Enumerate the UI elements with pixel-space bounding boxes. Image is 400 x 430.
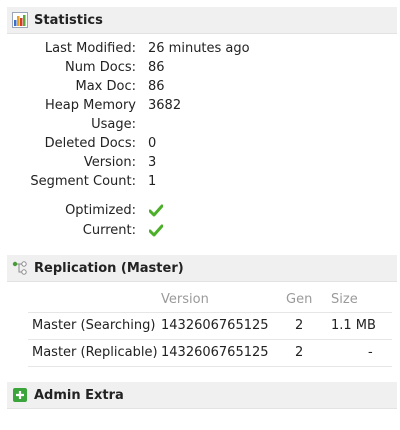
- stat-label: Current:: [82, 223, 136, 238]
- row-version: 1432606765125: [161, 318, 269, 333]
- stat-row-usage: Usage:: [0, 117, 400, 136]
- stat-row-deleted-docs: Deleted Docs: 0: [0, 136, 400, 155]
- stat-label: Last Modified:: [44, 41, 136, 56]
- stat-label: Num Docs:: [64, 60, 136, 75]
- stat-value: 86: [148, 79, 165, 94]
- checkmark-icon: [148, 224, 164, 241]
- stat-row-num-docs: Num Docs: 86: [0, 60, 400, 79]
- stat-row-last-modified: Last Modified: 26 minutes ago: [0, 41, 400, 60]
- column-header-version: Version: [161, 292, 209, 307]
- stat-label: Max Doc:: [75, 79, 137, 94]
- stat-label: Usage:: [91, 117, 136, 132]
- admin-extra-title: Admin Extra: [34, 387, 124, 403]
- stat-label: Deleted Docs:: [44, 136, 136, 151]
- stat-label: Version:: [83, 155, 136, 170]
- stat-value: 3682: [148, 98, 182, 113]
- row-version: 1432606765125: [161, 345, 269, 360]
- row-name: Master (Searching): [32, 318, 156, 333]
- stat-row-max-doc: Max Doc: 86: [0, 79, 400, 98]
- row-name: Master (Replicable): [32, 345, 158, 360]
- admin-extra-header[interactable]: Admin Extra: [7, 382, 397, 409]
- stat-label: Optimized:: [65, 203, 136, 218]
- replication-header[interactable]: Replication (Master): [7, 255, 397, 282]
- stat-row-segment-count: Segment Count: 1: [0, 174, 400, 193]
- stat-value: 3: [148, 155, 157, 170]
- stat-row-optimized: Optimized:: [0, 203, 400, 222]
- stat-row-heap-memory: Heap Memory 3682: [0, 98, 400, 117]
- row-divider: [28, 366, 392, 367]
- row-size: 1.1 MB: [331, 318, 376, 333]
- table-row: Master (Replicable) 1432606765125 2 -: [0, 340, 400, 366]
- stat-row-current: Current:: [0, 223, 400, 242]
- bar-chart-icon: [12, 12, 28, 28]
- row-gen: 2: [295, 318, 304, 333]
- plus-icon: [12, 387, 28, 403]
- table-row: Master (Searching) 1432606765125 2 1.1 M…: [0, 313, 400, 339]
- stat-row-version: Version: 3: [0, 155, 400, 174]
- statistics-header[interactable]: Statistics: [7, 7, 397, 34]
- replication-title: Replication (Master): [34, 260, 184, 276]
- row-size: -: [368, 345, 373, 360]
- stat-label: Segment Count:: [30, 174, 136, 189]
- statistics-title: Statistics: [34, 12, 103, 28]
- stat-label: Heap Memory: [45, 98, 136, 113]
- stat-value: 26 minutes ago: [148, 41, 250, 56]
- replication-icon: [12, 260, 28, 276]
- stat-value: 86: [148, 60, 165, 75]
- checkmark-icon: [148, 204, 164, 221]
- stat-value: 0: [148, 136, 157, 151]
- column-header-size: Size: [331, 292, 358, 307]
- column-header-gen: Gen: [286, 292, 313, 307]
- row-gen: 2: [295, 345, 304, 360]
- stat-value: 1: [148, 174, 157, 189]
